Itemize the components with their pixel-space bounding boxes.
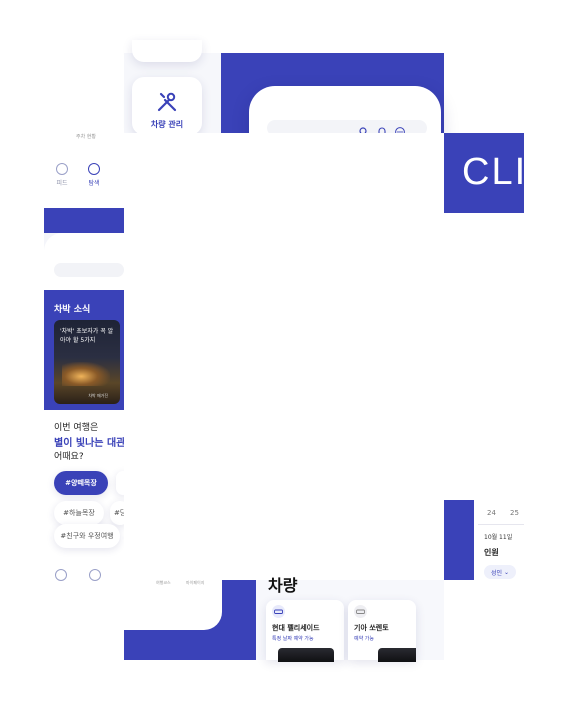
news-section: 차박 소식 '차박' 초보자가 꼭 알아야 할 5가지 차박 매거진	[44, 290, 124, 410]
bottom-nav-compass[interactable]	[88, 569, 102, 584]
news-card[interactable]: '차박' 초보자가 꼭 알아야 할 5가지 차박 매거진	[54, 320, 120, 404]
top-left-tile-partial	[132, 40, 202, 62]
brand-tile: CLI	[444, 133, 524, 213]
adult-select[interactable]: 성인 ⌄	[484, 565, 516, 579]
brand-text: CLI	[462, 151, 524, 193]
center-blank-panel	[124, 133, 444, 580]
divider	[478, 524, 524, 525]
car-list-panel: 차량 현대 펠리세이드 특정 날짜 예약 가능 기아 쏘렌토 예약 가능	[256, 576, 444, 662]
car-icon	[354, 605, 367, 618]
calendar-day-24[interactable]: 24	[487, 509, 496, 517]
bottom-nav-people[interactable]	[54, 569, 68, 584]
news-card-footer: 차박 매거진	[88, 393, 108, 398]
compass-icon	[88, 163, 100, 175]
bottom-label-2[interactable]: 마이페이지	[186, 580, 204, 586]
recommend-line1: 이번 여행은	[54, 423, 99, 433]
people-icon	[55, 569, 67, 581]
chevron-down-icon: ⌄	[504, 568, 510, 576]
car-name: 기아 쏘렌토	[354, 624, 389, 632]
bottom-left-card: 여행코스 마이페이지	[124, 580, 222, 630]
tag-haneul[interactable]: #하늘목장	[54, 501, 104, 525]
tag-friends-trip[interactable]: #친구와 우정여행	[54, 524, 120, 548]
camp-image	[62, 362, 110, 386]
bottom-label-1[interactable]: 여행코스	[156, 580, 171, 586]
car-card-sorento[interactable]: 기아 쏘렌토 예약 가능	[348, 600, 416, 662]
news-title: 차박 소식	[54, 305, 91, 315]
car-icon	[272, 605, 285, 618]
car-desc: 예약 가능	[354, 636, 374, 642]
left-phone: 차박 소식 '차박' 초보자가 꼭 알아야 할 5가지 차박 매거진 이번 여행…	[44, 233, 130, 581]
tag-yangtte[interactable]: #양떼목장	[54, 471, 108, 495]
recommend-line2: 별이 빛나는 대관	[54, 438, 126, 449]
recommend-line3: 어때요?	[54, 452, 84, 462]
car-name: 현대 펠리세이드	[272, 624, 320, 632]
calendar-date: 10월 11일	[484, 534, 513, 541]
car-card-palisade[interactable]: 현대 펠리세이드 특정 날짜 예약 가능	[266, 600, 344, 662]
calendar-panel: 24 25 10월 11일 인원 성인 ⌄	[474, 500, 524, 580]
people-label: 인원	[484, 548, 499, 557]
small-label-top: 주차 현황	[76, 134, 96, 140]
car-image	[378, 648, 416, 662]
compass-icon	[89, 569, 101, 581]
car-manage-tile[interactable]: 차량 관리	[132, 77, 202, 135]
car-image	[278, 648, 334, 662]
left-nav-explore[interactable]: 탐색	[84, 163, 104, 187]
people-icon	[56, 163, 68, 175]
news-card-text: '차박' 초보자가 꼭 알아야 할 5가지	[60, 328, 114, 344]
left-top-screen: 주차 현황 피드 탐색	[44, 133, 124, 208]
cars-heading: 차량	[268, 576, 298, 595]
calendar-day-25[interactable]: 25	[510, 509, 519, 517]
left-nav-feed[interactable]: 피드	[52, 163, 72, 187]
car-desc: 특정 날짜 예약 가능	[272, 636, 314, 642]
left-blue-band	[44, 208, 124, 233]
right-blue-strip	[444, 500, 474, 580]
car-manage-label: 차량 관리	[150, 120, 184, 129]
left-notch-bar	[54, 263, 124, 277]
wrench-screwdriver-icon	[155, 90, 179, 118]
